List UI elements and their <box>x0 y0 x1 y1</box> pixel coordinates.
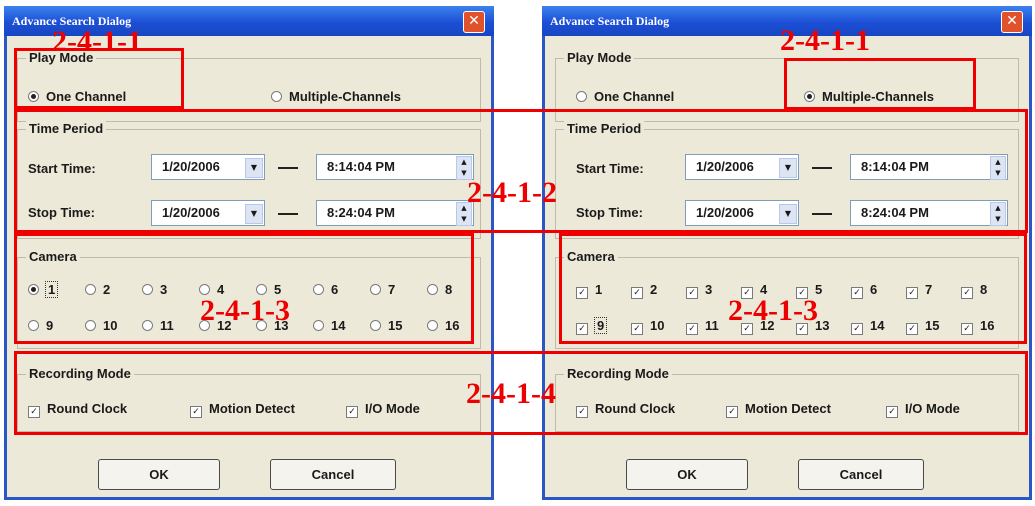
ok-button[interactable]: OK <box>98 459 220 490</box>
annotation-label: 2-4-1-3 <box>728 294 818 327</box>
annotation-box-play-mode-right <box>784 58 976 110</box>
annotation-label: 2-4-1-3 <box>200 294 290 327</box>
radio-icon <box>271 91 282 102</box>
close-icon[interactable]: ✕ <box>463 11 485 33</box>
play-mode-title: Play Mode <box>564 50 635 65</box>
one-channel-label: One Channel <box>594 89 675 104</box>
cancel-button[interactable]: Cancel <box>270 459 396 490</box>
annotation-label: 2-4-1-1 <box>780 24 870 57</box>
cancel-button[interactable]: Cancel <box>798 459 924 490</box>
radio-icon <box>576 91 587 102</box>
ok-button[interactable]: OK <box>626 459 748 490</box>
multiple-channels-label: Multiple-Channels <box>289 89 401 104</box>
close-icon[interactable]: ✕ <box>1001 11 1023 33</box>
multiple-channels-radio[interactable]: Multiple-Channels <box>271 89 401 104</box>
annotation-label: 2-4-1-2 <box>467 176 557 209</box>
annotation-label: 2-4-1-1 <box>52 25 142 58</box>
one-channel-radio[interactable]: One Channel <box>576 89 674 104</box>
annotation-box-time-period <box>14 109 1028 233</box>
annotation-label: 2-4-1-4 <box>466 377 556 410</box>
annotation-box-camera-right <box>559 233 1027 344</box>
annotation-box-camera-left <box>14 233 474 344</box>
